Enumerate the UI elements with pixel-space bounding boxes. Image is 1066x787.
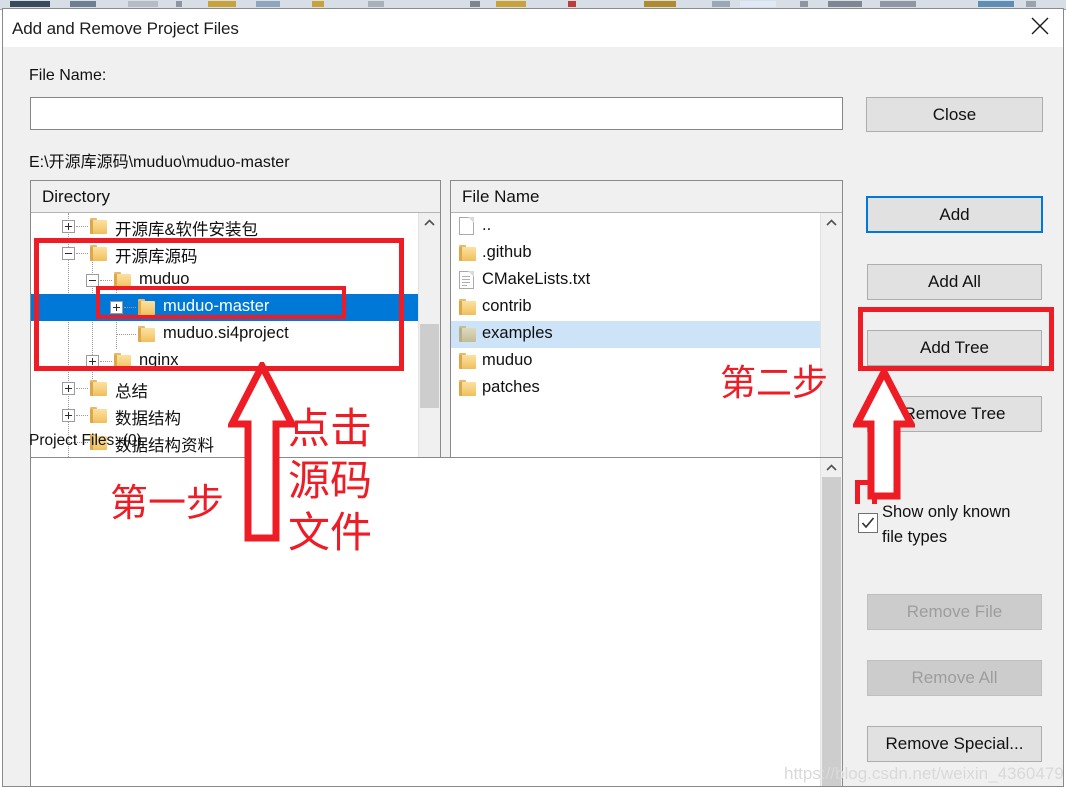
folder-icon bbox=[138, 299, 155, 315]
list-item-selected[interactable]: examples bbox=[451, 321, 842, 348]
watermark: https://blog.csdn.net/weixin_43604792 bbox=[784, 764, 1064, 783]
dialog-content: File Name: E:\开源库源码\muduo\muduo-master C… bbox=[3, 47, 1063, 786]
expand-toggle-icon[interactable] bbox=[62, 409, 75, 422]
expand-toggle-icon[interactable] bbox=[62, 382, 75, 395]
add-remove-project-files-dialog: Add and Remove Project Files File Name: … bbox=[2, 8, 1064, 787]
window-title: Add and Remove Project Files bbox=[12, 19, 239, 38]
file-list-vertical-scrollbar[interactable] bbox=[820, 213, 842, 487]
file-list-panel-header: File Name bbox=[451, 181, 842, 213]
text-file-icon bbox=[459, 271, 474, 289]
tree-row[interactable]: nginx bbox=[31, 348, 440, 375]
tree-guide bbox=[76, 415, 88, 416]
tree-row[interactable]: muduo bbox=[31, 267, 440, 294]
expand-toggle-icon[interactable] bbox=[86, 355, 99, 368]
folder-icon bbox=[459, 380, 476, 396]
folder-icon bbox=[138, 326, 155, 342]
tree-row-label: nginx bbox=[139, 351, 179, 369]
tree-guide bbox=[76, 226, 88, 227]
folder-icon bbox=[459, 353, 476, 369]
tree-row-selected[interactable]: muduo-master bbox=[31, 294, 440, 321]
project-files-label: Project Files: (0) bbox=[29, 432, 142, 449]
show-only-known-file-types-checkbox[interactable] bbox=[858, 513, 878, 533]
remove-file-button[interactable]: Remove File bbox=[867, 594, 1042, 630]
expand-toggle-icon[interactable] bbox=[62, 220, 75, 233]
tree-row[interactable]: 开源库&软件安装包 bbox=[31, 213, 440, 240]
folder-icon bbox=[114, 272, 131, 288]
collapse-toggle-icon[interactable] bbox=[86, 274, 99, 287]
folder-icon bbox=[90, 380, 107, 396]
tree-row-label: muduo bbox=[139, 270, 190, 288]
screen: Add and Remove Project Files File Name: … bbox=[0, 0, 1066, 787]
remove-tree-button[interactable]: Remove Tree bbox=[867, 396, 1042, 432]
show-only-known-file-types-label-line1: Show only known bbox=[882, 503, 1011, 521]
folder-icon bbox=[90, 407, 107, 423]
list-item[interactable]: muduo bbox=[451, 348, 842, 375]
list-item[interactable]: .github bbox=[451, 240, 842, 267]
list-item-label: patches bbox=[482, 378, 540, 396]
tree-guide bbox=[100, 361, 112, 362]
current-path-label: E:\开源库源码\muduo\muduo-master bbox=[29, 154, 290, 171]
folder-icon bbox=[90, 245, 107, 261]
add-button[interactable]: Add bbox=[866, 196, 1043, 233]
file-icon bbox=[459, 217, 474, 235]
list-item[interactable]: .. bbox=[451, 213, 842, 240]
list-item-label: CMakeLists.txt bbox=[482, 270, 591, 288]
file-name-label: File Name: bbox=[29, 67, 107, 84]
scrollbar-thumb[interactable] bbox=[420, 324, 439, 408]
list-item[interactable]: patches bbox=[451, 375, 842, 402]
add-all-button[interactable]: Add All bbox=[867, 264, 1042, 300]
tree-row-label: 数据结构 bbox=[115, 410, 181, 428]
check-icon bbox=[861, 517, 875, 529]
title-bar: Add and Remove Project Files bbox=[3, 9, 1063, 47]
list-item[interactable]: CMakeLists.txt bbox=[451, 267, 842, 294]
tree-guide bbox=[100, 280, 112, 281]
folder-icon bbox=[90, 218, 107, 234]
folder-icon bbox=[459, 299, 476, 315]
project-files-list[interactable] bbox=[30, 457, 843, 786]
tree-guide bbox=[76, 253, 88, 254]
tree-row-label: muduo.si4project bbox=[163, 324, 289, 342]
directory-vertical-scrollbar[interactable] bbox=[418, 213, 440, 487]
folder-icon bbox=[114, 353, 131, 369]
project-files-vertical-scrollbar[interactable] bbox=[820, 458, 842, 786]
tree-guide bbox=[124, 307, 136, 308]
tree-guide bbox=[116, 334, 136, 335]
chevron-up-icon[interactable] bbox=[419, 213, 440, 232]
tree-row[interactable]: 总结 bbox=[31, 375, 440, 402]
tree-row-label: 开源库&软件安装包 bbox=[115, 221, 259, 239]
show-only-known-file-types-label-line2: file types bbox=[882, 528, 948, 546]
directory-header-label: Directory bbox=[42, 187, 111, 206]
collapse-toggle-icon[interactable] bbox=[62, 247, 75, 260]
close-button[interactable]: Close bbox=[866, 97, 1043, 132]
directory-panel-header: Directory bbox=[31, 181, 440, 213]
list-item-label: .. bbox=[482, 216, 492, 234]
tree-row[interactable]: muduo.si4project bbox=[31, 321, 440, 348]
close-icon[interactable] bbox=[1017, 9, 1063, 39]
file-name-input[interactable] bbox=[30, 97, 843, 130]
add-tree-button[interactable]: Add Tree bbox=[867, 330, 1042, 366]
tree-row[interactable]: 开源库源码 bbox=[31, 240, 440, 267]
tree-row-label: muduo-master bbox=[163, 297, 270, 315]
list-item-label: .github bbox=[482, 243, 532, 261]
tree-row-label: 总结 bbox=[115, 383, 148, 401]
tree-row[interactable]: 数据结构 bbox=[31, 402, 440, 429]
list-item-label: muduo bbox=[482, 351, 533, 369]
chevron-up-icon[interactable] bbox=[821, 213, 842, 232]
remove-all-button[interactable]: Remove All bbox=[867, 660, 1042, 696]
folder-icon bbox=[459, 326, 476, 342]
tree-row-label: 开源库源码 bbox=[115, 248, 198, 266]
file-list-header-label: File Name bbox=[462, 187, 540, 206]
chevron-up-icon[interactable] bbox=[821, 458, 842, 477]
tree-guide bbox=[76, 388, 88, 389]
list-item[interactable]: contrib bbox=[451, 294, 842, 321]
remove-special-button[interactable]: Remove Special... bbox=[867, 726, 1042, 762]
list-item-label: contrib bbox=[482, 297, 532, 315]
scrollbar-thumb[interactable] bbox=[822, 477, 841, 786]
folder-icon bbox=[459, 245, 476, 261]
expand-toggle-icon[interactable] bbox=[110, 301, 123, 314]
list-item-label: examples bbox=[482, 324, 553, 342]
